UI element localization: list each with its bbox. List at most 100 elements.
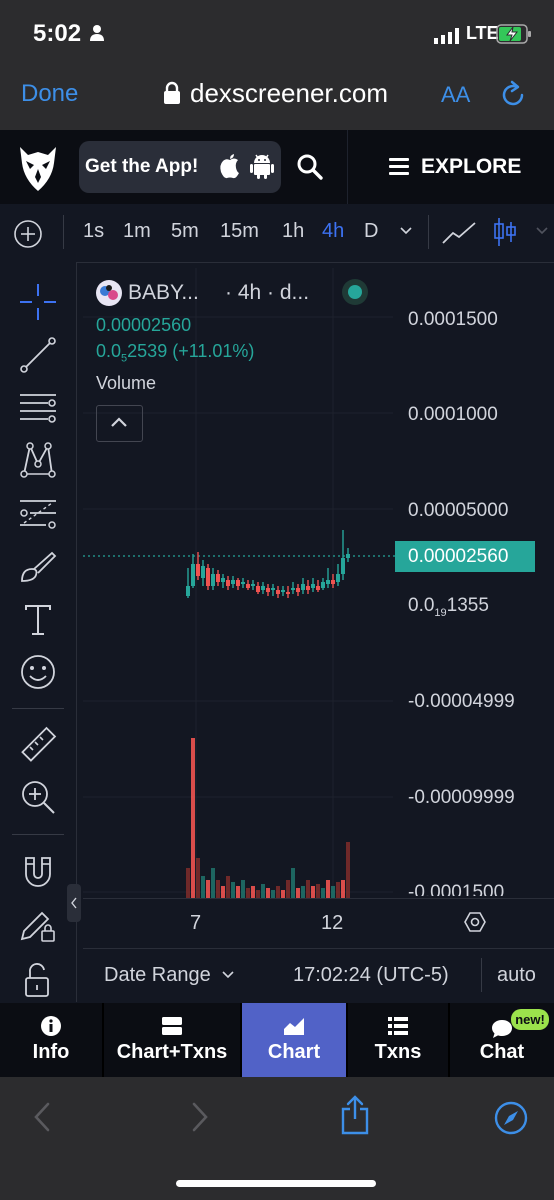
volume-bar bbox=[281, 890, 285, 898]
chevron-down-icon bbox=[222, 971, 234, 979]
emoji-icon[interactable] bbox=[18, 652, 58, 692]
explore-button[interactable]: EXPLORE bbox=[421, 155, 521, 179]
dexscreener-logo-icon[interactable] bbox=[18, 143, 58, 193]
lock-icon bbox=[164, 81, 180, 104]
crosshair-icon[interactable] bbox=[18, 282, 58, 322]
candle-body bbox=[281, 590, 285, 592]
candle-body bbox=[296, 588, 300, 592]
candle-body bbox=[216, 574, 220, 582]
search-icon[interactable] bbox=[296, 153, 324, 181]
chart-txns-icon bbox=[162, 1017, 182, 1035]
trend-line-icon[interactable] bbox=[18, 335, 58, 375]
area-chart-icon bbox=[284, 1018, 304, 1035]
volume-label: Volume bbox=[96, 373, 157, 393]
toolbar-separator bbox=[428, 215, 429, 249]
pattern-icon[interactable] bbox=[18, 440, 58, 480]
header-divider bbox=[347, 130, 348, 204]
low-price-label: 0.0191355 bbox=[408, 595, 489, 619]
add-symbol-icon[interactable] bbox=[13, 219, 43, 249]
ruler-icon[interactable] bbox=[18, 725, 58, 765]
chevron-left-icon bbox=[71, 897, 77, 909]
done-button[interactable]: Done bbox=[21, 80, 78, 108]
candle-body bbox=[246, 584, 250, 588]
magnet-icon[interactable] bbox=[18, 852, 58, 892]
horizontal-lines-icon[interactable] bbox=[18, 387, 58, 427]
menu-icon[interactable] bbox=[389, 157, 409, 175]
zoom-in-icon[interactable] bbox=[18, 777, 58, 817]
compass-icon[interactable] bbox=[494, 1101, 528, 1135]
share-icon[interactable] bbox=[339, 1095, 371, 1135]
candle-body bbox=[276, 590, 280, 594]
volume-bar bbox=[296, 888, 300, 898]
line-chart-icon[interactable] bbox=[441, 219, 477, 247]
volume-bar bbox=[306, 880, 310, 898]
timeframe-1m[interactable]: 1m bbox=[123, 220, 151, 243]
candle-body bbox=[231, 580, 235, 584]
person-icon bbox=[90, 25, 104, 41]
candle-body bbox=[211, 574, 215, 586]
chevron-down-icon[interactable] bbox=[536, 227, 548, 235]
volume-bar bbox=[241, 880, 245, 898]
candle-body bbox=[221, 578, 225, 582]
token-avatar bbox=[96, 280, 122, 306]
datebar-separator bbox=[481, 958, 482, 992]
price-change-rest: 2539 (+11.01%) bbox=[127, 341, 255, 361]
forward-icon[interactable] bbox=[190, 1102, 210, 1132]
y-tick-label: -0.00004999 bbox=[408, 691, 515, 712]
x-tick-label: 12 bbox=[321, 912, 344, 934]
lock-drawings-icon[interactable] bbox=[18, 905, 58, 945]
chevron-up-icon bbox=[111, 417, 127, 427]
date-range-button[interactable]: Date Range bbox=[104, 964, 211, 987]
auto-scale-button[interactable]: auto bbox=[497, 964, 536, 987]
timeframe-d[interactable]: D bbox=[364, 220, 378, 243]
candle-body bbox=[306, 586, 310, 590]
candle-body bbox=[301, 584, 305, 590]
candlestick-chart-icon[interactable] bbox=[492, 216, 518, 248]
text-size-button[interactable]: AA bbox=[441, 82, 470, 108]
low-price-prefix: 0.0 bbox=[408, 595, 435, 616]
apple-icon bbox=[220, 154, 239, 179]
unlock-icon[interactable] bbox=[18, 960, 58, 1000]
volume-bar bbox=[221, 886, 225, 898]
candle-body bbox=[271, 588, 275, 590]
market-status-icon bbox=[342, 279, 368, 305]
status-time: 5:02 bbox=[33, 20, 82, 47]
volume-bar bbox=[256, 890, 260, 898]
tab-chart-txns-label: Chart+Txns bbox=[116, 1041, 228, 1063]
price-change-prefix: 0.0 bbox=[96, 341, 122, 361]
candle-body bbox=[226, 580, 230, 586]
tab-chat-label: Chat bbox=[479, 1041, 525, 1063]
candle-body bbox=[256, 586, 260, 592]
fibonacci-icon[interactable] bbox=[18, 493, 58, 533]
volume-bar bbox=[196, 858, 200, 898]
url-text[interactable]: dexscreener.com bbox=[190, 78, 388, 109]
list-icon bbox=[388, 1017, 408, 1035]
home-indicator bbox=[176, 1180, 376, 1187]
tab-info[interactable]: Info bbox=[0, 1003, 102, 1077]
back-icon[interactable] bbox=[32, 1102, 52, 1132]
chevron-down-icon[interactable] bbox=[400, 227, 412, 235]
brush-icon[interactable] bbox=[18, 547, 58, 587]
text-tool-icon[interactable] bbox=[18, 600, 58, 640]
candle-body bbox=[291, 588, 295, 590]
tab-txns[interactable]: Txns bbox=[348, 1003, 448, 1077]
symbol-label[interactable]: BABY... bbox=[128, 281, 199, 305]
tab-chart-txns[interactable]: Chart+Txns bbox=[104, 1003, 240, 1077]
timeframe-1h[interactable]: 1h bbox=[282, 220, 304, 243]
timeframe-4h[interactable]: 4h bbox=[322, 220, 344, 243]
candle-body bbox=[196, 564, 200, 576]
x-tick-label: 7 bbox=[190, 912, 202, 934]
volume-bar bbox=[201, 876, 205, 898]
settings-hexagon-icon[interactable] bbox=[463, 910, 487, 934]
timeframe-5m[interactable]: 5m bbox=[171, 220, 199, 243]
tab-chart[interactable]: Chart bbox=[242, 1003, 346, 1077]
y-tick-label: 0.00005000 bbox=[408, 500, 509, 521]
volume-bar bbox=[291, 868, 295, 898]
candle-body bbox=[346, 554, 350, 558]
volume-bar bbox=[246, 888, 250, 898]
reload-icon[interactable] bbox=[498, 80, 528, 110]
timeframe-15m[interactable]: 15m bbox=[220, 220, 259, 243]
battery-charging-icon bbox=[496, 24, 531, 44]
timeframe-1s[interactable]: 1s bbox=[83, 220, 104, 243]
signal-icon bbox=[434, 28, 459, 44]
